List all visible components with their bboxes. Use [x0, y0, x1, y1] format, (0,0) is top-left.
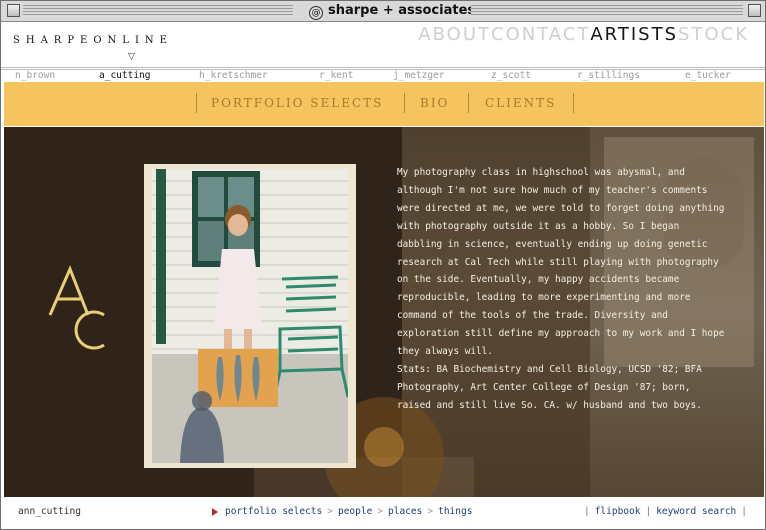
title-stripes-right [471, 5, 743, 17]
monogram-letter-c [74, 310, 105, 350]
footer-links: | flipbook | keyword search | [579, 498, 752, 525]
crumb-places[interactable]: places [388, 506, 422, 517]
bio-section: My photography class in highschool was a… [4, 127, 764, 497]
footer-artist-name: ann_cutting [18, 506, 81, 517]
artist-j-metzger[interactable]: j_metzger [393, 70, 444, 82]
sub-nav: PORTFOLIO SELECTS BIO CLIENTS [4, 82, 764, 126]
artist-e-tucker[interactable]: e_tucker [685, 70, 731, 82]
ac-monogram-logo [48, 265, 105, 350]
artist-z-scott[interactable]: z_scott [491, 70, 531, 82]
subnav-divider [196, 93, 197, 113]
artist-photo-frame[interactable] [144, 164, 356, 468]
artist-r-stillings[interactable]: r_stillings [577, 70, 640, 82]
zoom-box-icon[interactable] [748, 4, 761, 17]
brand-arrow-icon: ▽ [128, 52, 135, 62]
nav-stock[interactable]: STOCK [678, 24, 749, 45]
title-stripes [23, 5, 293, 17]
nav-about[interactable]: ABOUT [418, 24, 491, 45]
browser-window: @ sharpe + associates SHARPEONLINE ▽ ABOU… [0, 0, 766, 530]
flipbook-link[interactable]: flipbook [595, 506, 641, 517]
link-separator: | [645, 506, 652, 517]
keyword-search-link[interactable]: keyword search [656, 506, 736, 517]
footer-bar: ann_cutting portfolio selects > people > pla… [4, 498, 762, 525]
crumb-people[interactable]: people [338, 506, 372, 517]
crumb-separator: > [327, 506, 333, 517]
link-separator: | [583, 506, 590, 517]
artist-n-brown[interactable]: n_brown [15, 70, 55, 82]
subnav-clients[interactable]: CLIENTS [485, 96, 556, 110]
artist-r-kent[interactable]: r_kent [319, 70, 353, 82]
crumb-separator: > [427, 506, 434, 517]
bio-text: My photography class in highschool was a… [397, 164, 727, 415]
subnav-divider [404, 93, 405, 113]
portfolio-crumbs: portfolio selects > people > places > things [225, 498, 472, 525]
brand-logo[interactable]: SHARPEONLINE [13, 35, 173, 46]
subnav-divider [573, 93, 574, 113]
crumb-things[interactable]: things [438, 506, 472, 517]
crumb-separator: > [377, 506, 384, 517]
nav-contact[interactable]: CONTACT [491, 24, 590, 45]
top-nav: ABOUT CONTACT ARTISTS STOCK [418, 24, 749, 45]
header-divider [1, 67, 765, 68]
bio-stats: Stats: BA Biochemistry and Cell Biology,… [397, 363, 702, 411]
monogram-letter-a [48, 265, 90, 316]
nav-artists[interactable]: ARTISTS [590, 24, 678, 45]
subnav-divider [468, 93, 469, 113]
subnav-portfolio-selects[interactable]: PORTFOLIO SELECTS [211, 96, 383, 110]
window-title: @ sharpe + associates [301, 2, 484, 20]
title-bar[interactable]: @ sharpe + associates [1, 1, 765, 22]
close-box-icon[interactable] [7, 4, 20, 17]
artist-h-kretschmer[interactable]: h_kretschmer [199, 70, 268, 82]
window-title-text: sharpe + associates [328, 3, 476, 18]
bio-paragraph: My photography class in highschool was a… [397, 167, 725, 358]
crumb-portfolio-selects[interactable]: portfolio selects [225, 506, 322, 517]
play-marker-icon [212, 508, 218, 516]
artist-nav: n_brown a_cutting h_kretschmer r_kent j_… [1, 70, 765, 82]
site-header: SHARPEONLINE ▽ ABOUT CONTACT ARTISTS STO… [1, 22, 765, 68]
link-separator: | [741, 506, 747, 517]
subnav-bio[interactable]: BIO [420, 96, 449, 110]
artist-a-cutting[interactable]: a_cutting [99, 70, 150, 82]
artist-childhood-photo[interactable] [152, 169, 348, 463]
background-flower-center [364, 427, 404, 467]
at-logo-icon: @ [309, 6, 323, 20]
